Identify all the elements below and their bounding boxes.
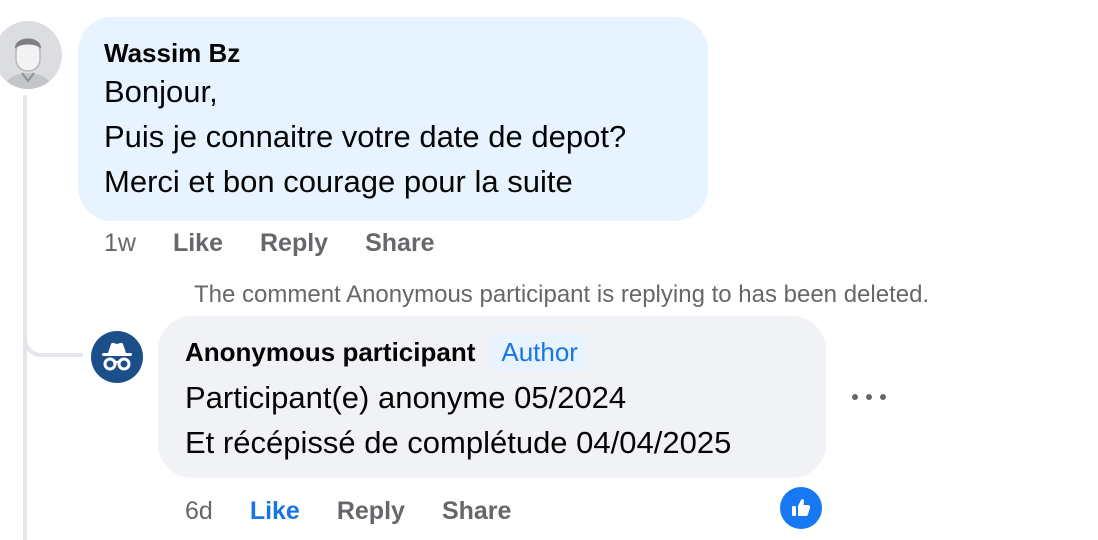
comment-text-line: Puis je connaitre votre date de depot?: [104, 119, 627, 154]
share-button[interactable]: Share: [365, 229, 434, 258]
reply-author[interactable]: Anonymous participant: [185, 336, 475, 368]
comment-timestamp[interactable]: 1w: [104, 229, 136, 258]
like-button[interactable]: Like: [250, 497, 300, 526]
comment-actions: 1w Like Reply Share: [104, 227, 472, 259]
more-options-icon[interactable]: [852, 386, 886, 408]
deleted-comment-notice: The comment Anonymous participant is rep…: [194, 281, 930, 308]
incognito-icon: [102, 342, 132, 371]
comment-text-line: Bonjour,: [104, 74, 218, 109]
comment-text-line: Merci et bon courage pour la suite: [104, 164, 573, 199]
author-badge: Author: [491, 334, 588, 370]
reply-timestamp[interactable]: 6d: [185, 497, 213, 526]
comment-thread: Wassim Bz Bonjour, Puis je connaitre vot…: [0, 0, 1098, 540]
reaction-badge[interactable]: [780, 487, 822, 529]
share-button[interactable]: Share: [442, 497, 511, 526]
comment-author[interactable]: Wassim Bz: [104, 37, 682, 69]
thread-connector: [23, 295, 83, 357]
reply-actions: 6d Like Reply Share: [185, 495, 548, 527]
avatar[interactable]: [0, 21, 62, 89]
thumbs-up-icon: [792, 499, 811, 516]
reply-text-line: Participant(e) anonyme 05/2024: [185, 380, 627, 415]
reply-button[interactable]: Reply: [260, 229, 328, 258]
reply-bubble: Anonymous participant Author Participant…: [158, 316, 826, 478]
reply-button[interactable]: Reply: [337, 497, 405, 526]
like-button[interactable]: Like: [173, 229, 223, 258]
comment-bubble: Wassim Bz Bonjour, Puis je connaitre vot…: [78, 17, 708, 221]
reply-text-line: Et récépissé de complétude 04/04/2025: [185, 425, 732, 460]
reply-header: Anonymous participant Author: [185, 334, 799, 370]
anonymous-avatar[interactable]: [91, 331, 143, 383]
user-avatar-icon: [0, 21, 62, 89]
